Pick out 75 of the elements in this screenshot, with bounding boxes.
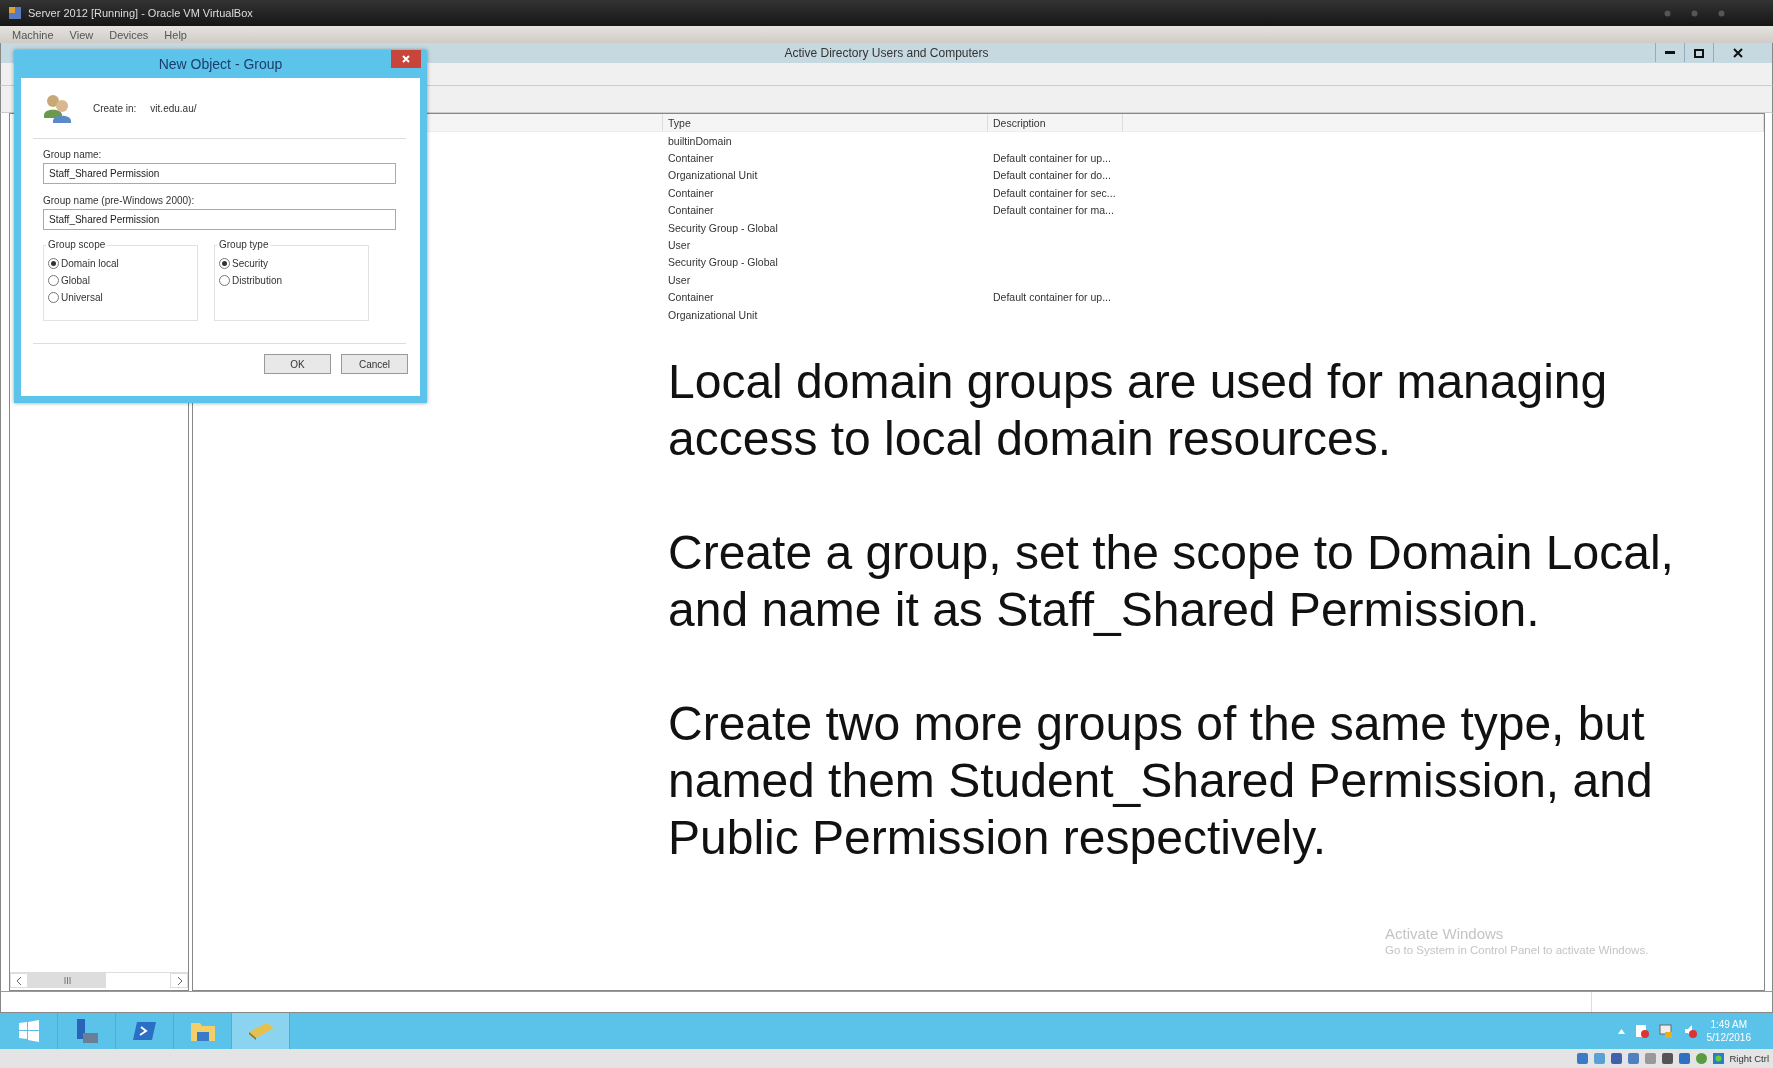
menu-item[interactable]: View	[69, 28, 94, 41]
radio-label[interactable]: Security	[232, 258, 269, 269]
group-name-field[interactable]: Staff_Shared Permission	[43, 209, 396, 230]
table-cell-text: Container	[667, 185, 715, 201]
table-cell-text: Default container for sec...	[992, 185, 1117, 201]
window-title: Active Directory Users and Computers	[784, 46, 989, 60]
table-cell-text: Security Group - Global	[667, 255, 779, 271]
dialog-button[interactable]: Cancel	[341, 354, 408, 374]
powershell-icon	[132, 1021, 157, 1041]
instruction-paragraph: Create a group, set the scope to Domain Local, and name it as Staff_Shared Permission.	[668, 525, 1675, 639]
radio-label[interactable]: Distribution	[232, 275, 283, 286]
radio-button[interactable]	[48, 292, 59, 303]
device-status-icon[interactable]	[1678, 1052, 1692, 1065]
table-cell-text: Organizational Unit	[667, 307, 759, 323]
activation-title: Activate Windows	[1385, 925, 1505, 942]
minimize-icon[interactable]	[1665, 50, 1675, 55]
menu-item[interactable]: Help	[164, 28, 187, 41]
table-cell-text: Container	[667, 203, 715, 219]
column-header[interactable]: Type	[663, 114, 988, 132]
restore-icon[interactable]	[1694, 47, 1704, 58]
keyboard-capture-icon[interactable]	[1712, 1052, 1726, 1065]
instruction-paragraph: Create two more groups of the same type, but named them Student_Shared Permission, and Public Permission respectively.	[668, 696, 1654, 867]
table-cell-text: Default container for up...	[992, 151, 1112, 167]
create-in-label: Create in:	[93, 102, 137, 114]
virtualbox-icon	[8, 6, 22, 20]
table-cell-text: Security Group - Global	[667, 220, 779, 236]
capture-status-icon[interactable]	[1695, 1052, 1709, 1065]
table-cell-text: Default container for do...	[992, 168, 1112, 184]
window-control-icon[interactable]	[1664, 9, 1671, 17]
table-cell-text: Default container for ma...	[992, 203, 1115, 219]
scroll-right-icon[interactable]	[176, 976, 182, 985]
dialog-title: New Object - Group	[158, 56, 283, 72]
users-icon	[43, 93, 73, 123]
group-name-field[interactable]: Staff_Shared Permission	[43, 163, 396, 184]
tray-expand-icon[interactable]	[1617, 1028, 1625, 1034]
dialog-button[interactable]: OK	[264, 354, 331, 374]
window-control-icon[interactable]	[1718, 9, 1725, 17]
table-cell-text: Container	[667, 151, 715, 167]
table-cell-text: builtinDomain	[667, 133, 733, 149]
table-cell-text: User	[667, 272, 692, 288]
scroll-thumb-grip-icon[interactable]	[63, 977, 71, 984]
radio-button[interactable]	[219, 275, 230, 286]
column-header[interactable]: Description	[988, 114, 1123, 132]
device-status-icon[interactable]	[1576, 1052, 1590, 1065]
scroll-left-icon[interactable]	[16, 976, 22, 985]
device-status-icon[interactable]	[1661, 1052, 1675, 1065]
field-label: Group name:	[43, 149, 103, 160]
table-cell-text: Default container for up...	[992, 290, 1112, 306]
close-icon[interactable]	[1733, 47, 1743, 58]
folder-icon	[189, 1020, 216, 1042]
radio-label[interactable]: Global	[61, 275, 90, 286]
radio-label[interactable]: Universal	[61, 292, 103, 303]
menu-item[interactable]: Machine	[12, 28, 54, 41]
windows-logo-icon	[17, 1020, 40, 1042]
table-cell-text: Organizational Unit	[667, 168, 759, 184]
radio-button[interactable]	[219, 258, 230, 269]
close-button[interactable]	[391, 50, 421, 68]
device-status-icon[interactable]	[1610, 1052, 1624, 1065]
group-label: Group scope	[46, 239, 108, 250]
table-cell-text: User	[667, 238, 692, 254]
window-control-icon[interactable]	[1691, 9, 1698, 17]
device-status-icon[interactable]	[1627, 1052, 1641, 1065]
speaker-icon[interactable]	[1682, 1024, 1697, 1038]
horizontal-scrollbar[interactable]	[10, 972, 188, 988]
radio-label[interactable]: Domain local	[61, 258, 119, 269]
instruction-paragraph: Local domain groups are used for managing access to local domain resources.	[668, 354, 1609, 468]
create-in-path: vit.edu.au/	[150, 102, 197, 114]
group-label: Group type	[217, 239, 271, 250]
field-label: Group name (pre-Windows 2000):	[43, 195, 196, 206]
menu-item[interactable]: Devices	[109, 28, 149, 41]
radio-button[interactable]	[48, 258, 59, 269]
host-key-label: Right Ctrl	[1729, 1053, 1769, 1064]
window-title: Server 2012 [Running] - Oracle VM VirtualBox	[28, 7, 253, 19]
table-cell-text: Container	[667, 290, 715, 306]
radio-button[interactable]	[48, 275, 59, 286]
